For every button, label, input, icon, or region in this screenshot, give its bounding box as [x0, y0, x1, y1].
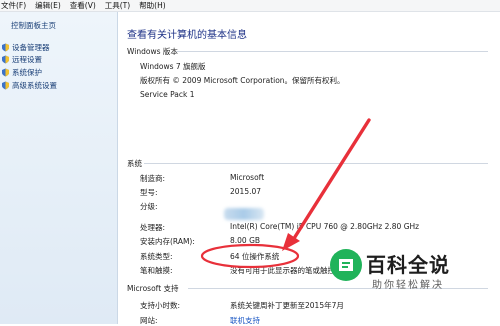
watermark-title: 百科全说	[366, 253, 450, 277]
menu-tools[interactable]: 工具(T)	[104, 0, 138, 11]
menu-help[interactable]: 帮助(H)	[138, 0, 174, 11]
sidebar-item-label: 设备管理器	[12, 42, 50, 52]
section-divider	[144, 163, 488, 164]
rating-label: 分级:	[140, 202, 158, 211]
processor-label: 处理器:	[140, 223, 166, 232]
processor-value: Intel(R) Core(TM) i5 CPU 760 @ 2.80GHz 2…	[230, 222, 420, 231]
section-divider	[176, 51, 488, 52]
sidebar-item-device-manager[interactable]: 设备管理器	[0, 42, 50, 52]
manufacturer-value: Microsoft	[230, 173, 265, 182]
sidebar-item-label: 系统保护	[12, 67, 42, 77]
system-type-label: 系统类型:	[140, 252, 173, 261]
sidebar-item-system-protection[interactable]: 系统保护	[0, 67, 42, 77]
menu-edit[interactable]: 编辑(E)	[34, 0, 69, 11]
sidebar-item-remote-settings[interactable]: 远程设置	[0, 54, 42, 64]
watermark-logo-icon	[330, 249, 362, 281]
remote-settings-icon	[1, 55, 10, 64]
menu-view[interactable]: 查看(V)	[69, 0, 104, 11]
device-manager-icon	[1, 43, 10, 52]
microsoft-support-heading: Microsoft 支持	[127, 284, 179, 293]
menu-file[interactable]: 文件(F)	[0, 0, 34, 11]
website-label: 网站:	[140, 316, 158, 325]
watermark: 百科全说 助你轻松解决	[326, 245, 466, 305]
watermark-subtitle: 助你轻松解决	[372, 280, 444, 291]
system-heading: 系统	[127, 159, 142, 168]
advanced-settings-icon	[1, 81, 10, 90]
windows-edition-heading: Windows 版本	[127, 47, 178, 56]
sidebar: 控制面板主页 设备管理器 远程设置 系统保护 高级系统设置	[0, 12, 118, 324]
pen-touch-label: 笔和触摸:	[140, 266, 173, 275]
system-protection-icon	[1, 68, 10, 77]
page-title: 查看有关计算机的基本信息	[127, 30, 247, 41]
sidebar-item-advanced-settings[interactable]: 高级系统设置	[0, 80, 57, 90]
menu-bar: 文件(F) 编辑(E) 查看(V) 工具(T) 帮助(H)	[0, 0, 500, 12]
system-type-value: 64 位操作系统	[230, 252, 280, 261]
manufacturer-label: 制造商:	[140, 174, 166, 183]
ram-value: 8.00 GB	[230, 236, 261, 245]
sidebar-item-label: 高级系统设置	[12, 80, 57, 90]
service-pack-text: Service Pack 1	[140, 90, 195, 99]
control-panel-home-link[interactable]: 控制面板主页	[11, 20, 56, 31]
sidebar-item-label: 远程设置	[12, 54, 42, 64]
ram-label: 安装内存(RAM):	[140, 237, 195, 246]
blurred-rating-value	[224, 208, 264, 220]
support-hours-label: 支持小时数:	[140, 301, 181, 310]
model-label: 型号:	[140, 188, 158, 197]
online-support-link[interactable]: 联机支持	[230, 315, 260, 326]
copyright-text: 版权所有 © 2009 Microsoft Corporation。保留所有权利…	[140, 76, 345, 85]
model-value: 2015.07	[230, 187, 262, 196]
windows-edition-name: Windows 7 旗舰版	[140, 62, 206, 71]
